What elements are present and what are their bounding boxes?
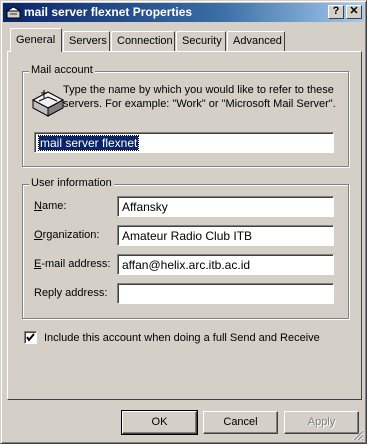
tab-general[interactable]: General [10,28,62,52]
ok-button[interactable]: OK [121,410,198,435]
title-bar[interactable]: mail server flexnet Properties ? ✕ [3,3,364,22]
organization-field[interactable]: Amateur Radio Club ITB [117,225,334,246]
resize-grip-icon[interactable] [352,429,364,441]
close-button[interactable]: ✕ [346,5,362,19]
mail-account-legend: Mail account [29,64,95,76]
reply-label: Reply address: [34,287,108,299]
account-name-field[interactable]: mail server flexnet [34,132,334,153]
account-name-value: mail server flexnet [37,135,140,151]
tab-security[interactable]: Security [176,31,226,51]
user-information-legend: User information [29,177,114,189]
name-label: Name: [34,200,67,212]
properties-dialog: mail server flexnet Properties ? ✕ Gener… [0,0,367,444]
checkmark-icon [26,333,35,342]
apply-button[interactable]: Apply [284,411,359,434]
mail-account-description: Type the name by which you would like to… [63,84,336,110]
reply-address-field[interactable] [117,283,334,304]
email-field[interactable]: affan@helix.arc.itb.ac.id [117,254,334,275]
tab-advanced[interactable]: Advanced [227,31,285,51]
organization-label: Organization: [34,229,100,241]
tab-servers[interactable]: Servers [63,31,110,51]
include-account-label: Include this account when doing a full S… [44,332,320,344]
tab-connection[interactable]: Connection [111,31,175,51]
mail-server-icon [31,90,65,117]
window-title: mail server flexnet Properties [24,5,193,19]
tab-general-label: General [16,34,56,46]
name-field[interactable]: Affansky [117,196,334,217]
include-account-checkbox[interactable] [24,331,37,344]
email-label: E-mail address: [34,258,111,270]
help-button[interactable]: ? [328,5,344,19]
cancel-button[interactable]: Cancel [203,411,278,434]
mail-account-icon [6,6,21,19]
